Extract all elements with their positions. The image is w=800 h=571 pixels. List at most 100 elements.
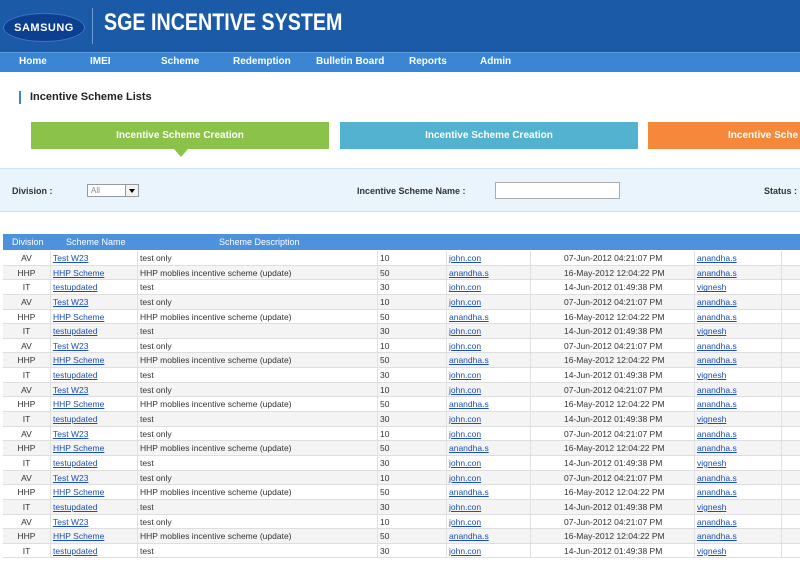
scheme-name-link[interactable]: HHP Scheme	[53, 487, 104, 497]
nav-item-redemption[interactable]: Redemption	[233, 56, 291, 67]
scheme-name-link[interactable]: HHP Scheme	[53, 443, 104, 453]
scheme-name-input[interactable]	[495, 182, 620, 199]
scheme-description-cell: test only	[140, 428, 172, 439]
column-divider	[50, 382, 51, 397]
nav-item-imei[interactable]: IMEI	[90, 56, 111, 67]
updated-by-link[interactable]: anandha.s	[697, 399, 737, 409]
nav-item-home[interactable]: Home	[19, 56, 47, 67]
updated-by-link[interactable]: anandha.s	[697, 429, 737, 439]
created-by-link[interactable]: john.con	[449, 282, 481, 292]
created-by-link[interactable]: john.con	[449, 385, 481, 395]
created-by-link[interactable]: john.con	[449, 326, 481, 336]
updated-by-link[interactable]: anandha.s	[697, 312, 737, 322]
created-by-link[interactable]: john.con	[449, 253, 481, 263]
created-by-link[interactable]: john.con	[449, 370, 481, 380]
division-select[interactable]: All	[87, 184, 139, 197]
table-row: AV Test W23 test only 10 john.con 07-Jun-2012…	[3, 514, 800, 530]
tab-incentive-scheme-creation-1[interactable]: Incentive Scheme Creation	[31, 122, 329, 149]
created-by-link[interactable]: john.con	[449, 297, 481, 307]
created-by-link[interactable]: anandha.s	[449, 443, 489, 453]
chevron-down-icon[interactable]	[125, 185, 138, 196]
nav-item-reports[interactable]: Reports	[409, 56, 447, 67]
updated-by-link[interactable]: anandha.s	[697, 473, 737, 483]
column-divider	[50, 441, 51, 455]
created-by-link[interactable]: anandha.s	[449, 312, 489, 322]
scheme-name-link[interactable]: Test W23	[53, 385, 88, 395]
updated-by-link[interactable]: anandha.s	[697, 355, 737, 365]
scheme-name-link[interactable]: testupdated	[53, 282, 97, 292]
division-cell: HHP	[17, 355, 36, 366]
column-divider	[50, 353, 51, 368]
updated-by-link[interactable]: vignesh	[697, 414, 726, 424]
nav-item-admin[interactable]: Admin	[480, 56, 511, 67]
created-by-link[interactable]: john.con	[449, 414, 481, 424]
updated-by-link[interactable]: anandha.s	[697, 385, 737, 395]
scheme-name-link[interactable]: testupdated	[53, 502, 97, 512]
created-by-link[interactable]: john.con	[449, 517, 481, 527]
column-divider	[446, 412, 447, 426]
updated-by-link[interactable]: anandha.s	[697, 531, 737, 541]
updated-by-link[interactable]: vignesh	[697, 370, 726, 380]
scheme-name-link[interactable]: testupdated	[53, 326, 97, 336]
updated-by-link[interactable]: vignesh	[697, 458, 726, 468]
updated-by-link[interactable]: anandha.s	[697, 443, 737, 453]
scheme-name-link[interactable]: HHP Scheme	[53, 531, 104, 541]
scheme-name-link[interactable]: Test W23	[53, 253, 88, 263]
column-divider	[50, 280, 51, 294]
created-by-link[interactable]: john.con	[449, 429, 481, 439]
column-divider	[50, 265, 51, 280]
updated-by-link[interactable]: anandha.s	[697, 268, 737, 278]
scheme-name-link[interactable]: HHP Scheme	[53, 355, 104, 365]
scheme-description-cell: test	[140, 501, 154, 512]
scheme-description-cell: test	[140, 545, 154, 556]
created-by-link[interactable]: anandha.s	[449, 531, 489, 541]
scheme-name-link[interactable]: testupdated	[53, 370, 97, 380]
scheme-name-link[interactable]: testupdated	[53, 458, 97, 468]
scheme-name-link[interactable]: Test W23	[53, 341, 88, 351]
column-divider	[50, 397, 51, 412]
updated-by-link[interactable]: anandha.s	[697, 341, 737, 351]
header-divider	[92, 8, 93, 44]
updated-by-link[interactable]: vignesh	[697, 502, 726, 512]
table-body: AV Test W23 test only 10 john.con 07-Jun-2012…	[3, 251, 800, 559]
created-by-link[interactable]: john.con	[449, 546, 481, 556]
column-divider	[781, 441, 782, 455]
nav-item-bulletin-board[interactable]: Bulletin Board	[316, 56, 384, 67]
updated-by-link[interactable]: anandha.s	[697, 517, 737, 527]
updated-by-link[interactable]: anandha.s	[697, 487, 737, 497]
scheme-name-link[interactable]: testupdated	[53, 546, 97, 556]
nav-item-scheme[interactable]: Scheme	[161, 56, 199, 67]
tab-incentive-scheme-3[interactable]: Incentive Sche	[648, 122, 800, 149]
scheme-name-link[interactable]: Test W23	[53, 517, 88, 527]
created-by-link[interactable]: anandha.s	[449, 268, 489, 278]
status-label: Status :	[764, 186, 798, 196]
scheme-name-link[interactable]: Test W23	[53, 297, 88, 307]
created-by-link[interactable]: anandha.s	[449, 487, 489, 497]
tab-incentive-scheme-creation-2[interactable]: Incentive Scheme Creation	[340, 122, 638, 149]
column-divider	[694, 309, 695, 324]
division-cell: HHP	[17, 443, 36, 454]
scheme-name-link[interactable]: testupdated	[53, 414, 97, 424]
scheme-description-cell: test	[140, 457, 154, 468]
updated-by-link[interactable]: vignesh	[697, 282, 726, 292]
updated-by-link[interactable]: vignesh	[697, 546, 726, 556]
created-by-link[interactable]: john.con	[449, 502, 481, 512]
scheme-name-link[interactable]: Test W23	[53, 473, 88, 483]
updated-by-link[interactable]: anandha.s	[697, 253, 737, 263]
column-divider	[781, 324, 782, 338]
scheme-name-link[interactable]: HHP Scheme	[53, 312, 104, 322]
scheme-name-link[interactable]: Test W23	[53, 429, 88, 439]
column-divider	[377, 470, 378, 485]
samsung-logo[interactable]: SAMSUNG	[3, 13, 85, 42]
column-divider	[446, 251, 447, 265]
division-cell: AV	[21, 516, 32, 527]
scheme-name-link[interactable]: HHP Scheme	[53, 399, 104, 409]
updated-by-link[interactable]: anandha.s	[697, 297, 737, 307]
created-by-link[interactable]: john.con	[449, 458, 481, 468]
created-by-link[interactable]: john.con	[449, 473, 481, 483]
updated-by-link[interactable]: vignesh	[697, 326, 726, 336]
created-by-link[interactable]: john.con	[449, 341, 481, 351]
scheme-name-link[interactable]: HHP Scheme	[53, 268, 104, 278]
created-by-link[interactable]: anandha.s	[449, 399, 489, 409]
created-by-link[interactable]: anandha.s	[449, 355, 489, 365]
